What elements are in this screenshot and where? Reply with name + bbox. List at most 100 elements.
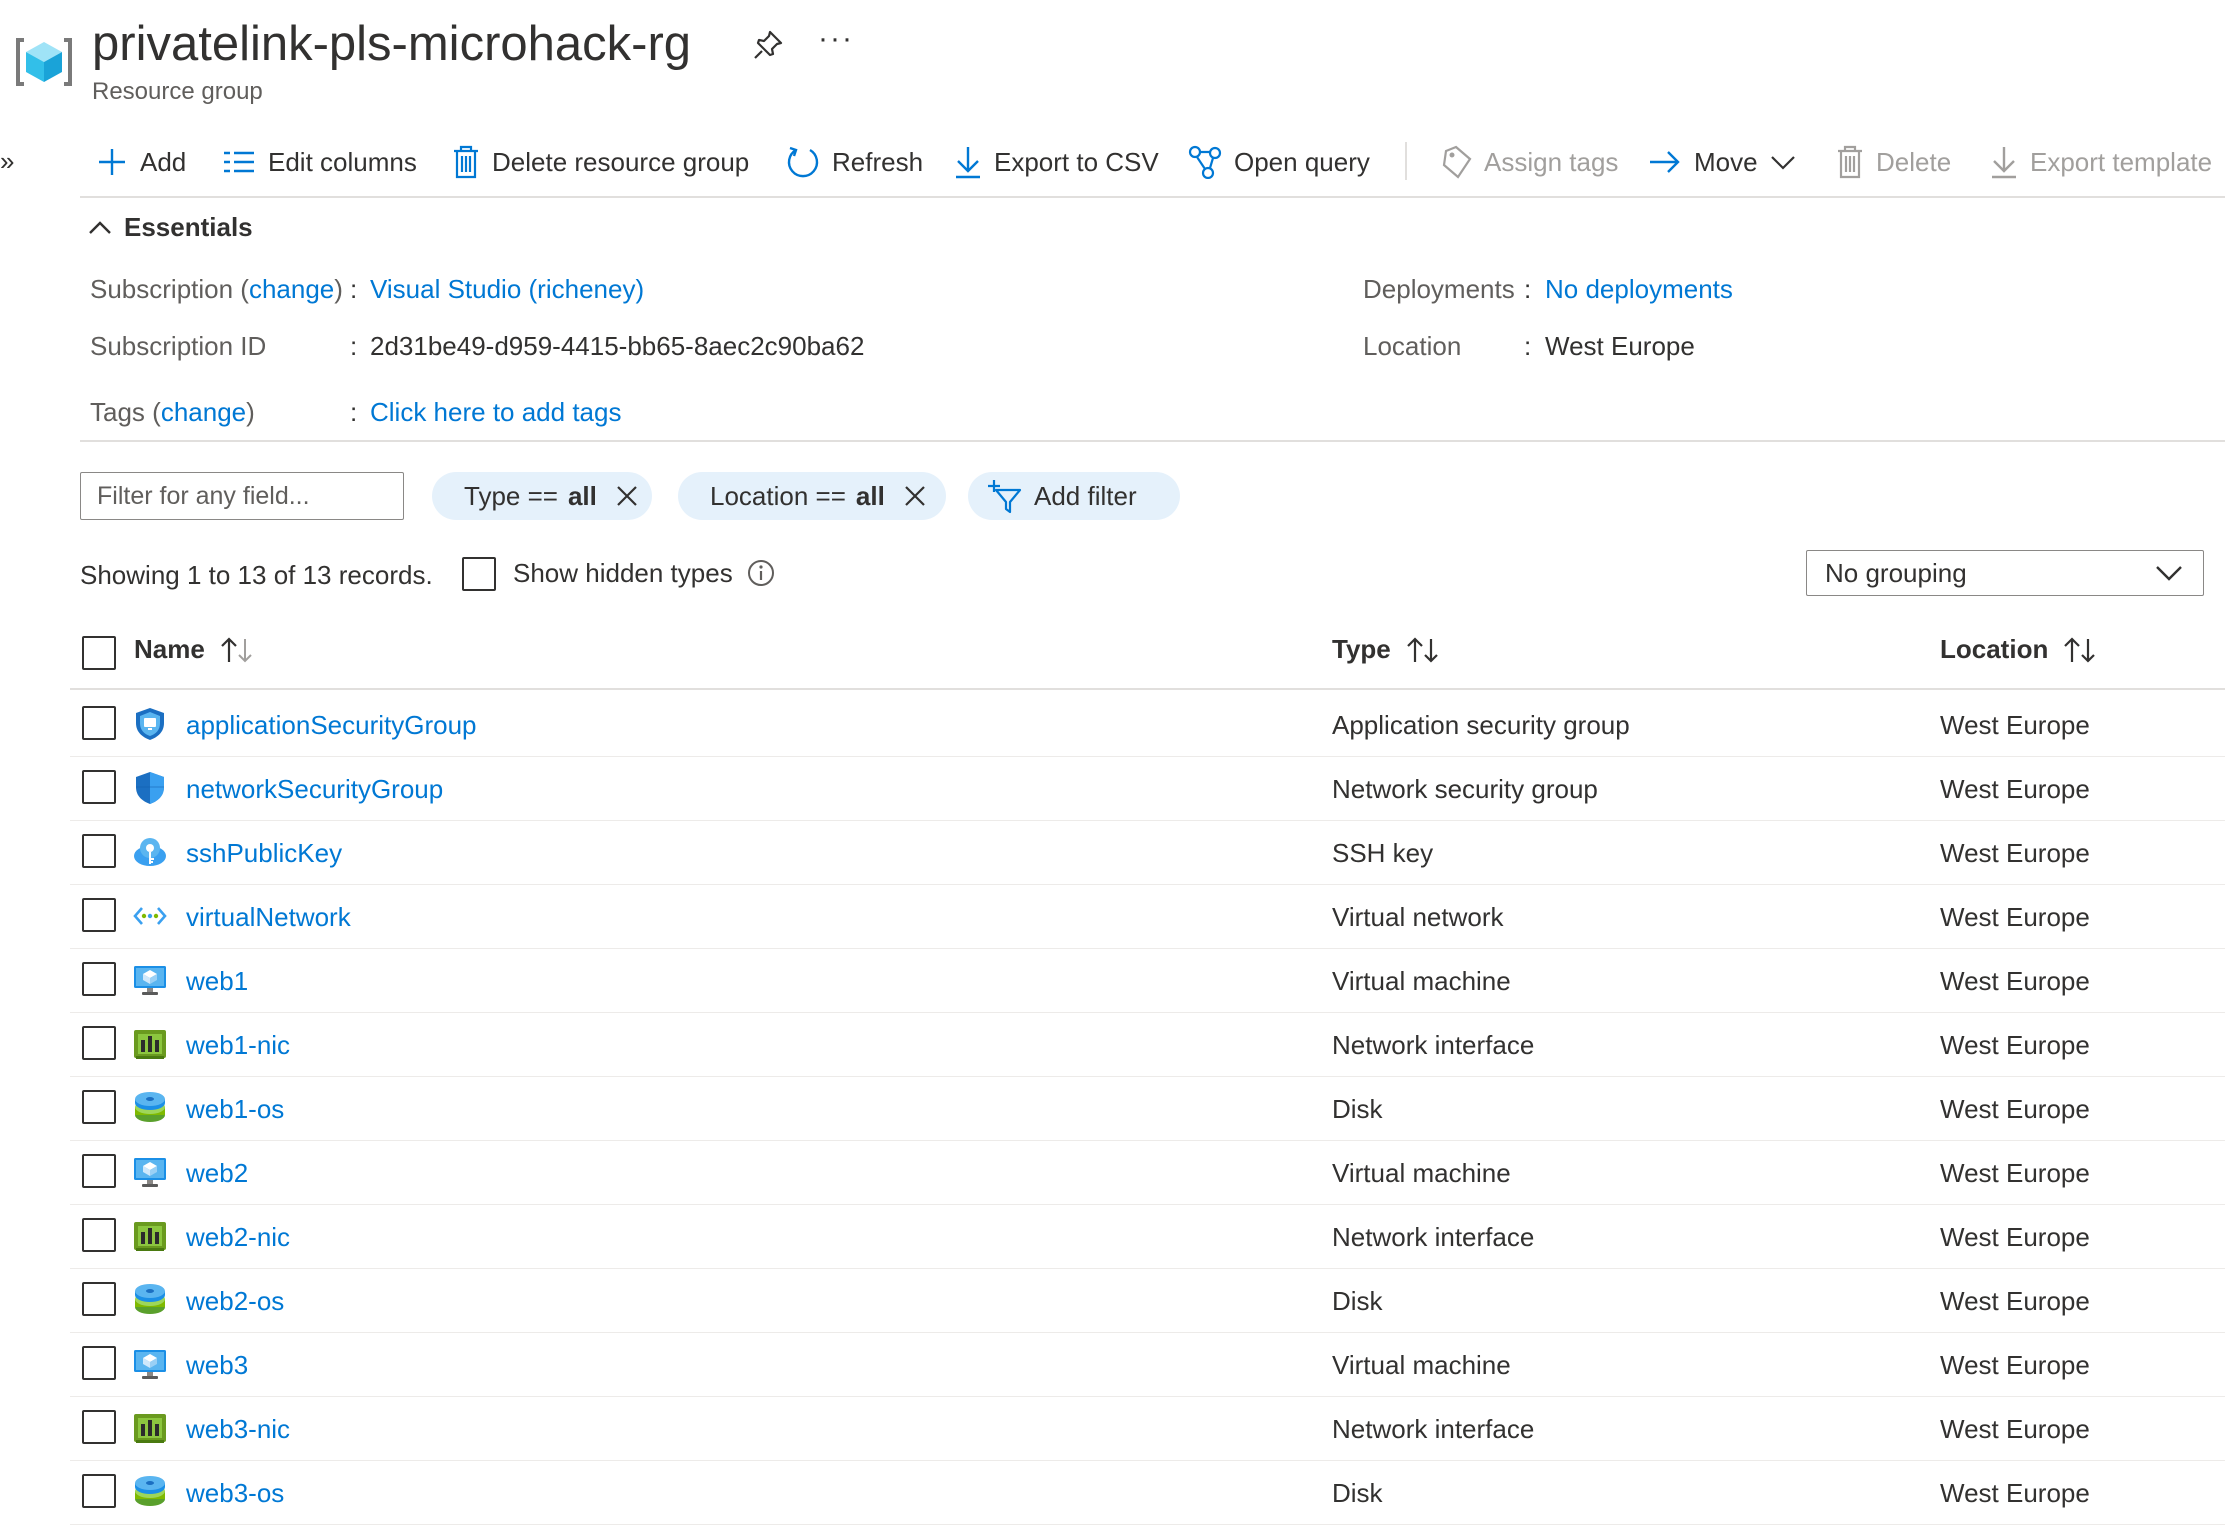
sort-icon: [221, 636, 252, 662]
row-checkbox[interactable]: [82, 1474, 116, 1508]
pin-icon[interactable]: [751, 28, 785, 62]
resource-location: West Europe: [1940, 1286, 2090, 1316]
add-filter-label: Add filter: [1034, 480, 1137, 511]
resource-type: Network interface: [1332, 1414, 1535, 1444]
row-checkbox[interactable]: [82, 1026, 116, 1060]
nic-icon: [132, 1026, 168, 1062]
resource-location: West Europe: [1940, 1158, 2090, 1188]
deployments-label: Deployments: [1363, 274, 1515, 304]
delete-resource-group-label: Delete resource group: [492, 146, 750, 177]
row-checkbox[interactable]: [82, 898, 116, 932]
location-column-header[interactable]: Location: [1940, 634, 2098, 665]
assign-tags-button[interactable]: Assign tags: [1442, 136, 1618, 188]
toolbar-divider-line: [80, 196, 2225, 198]
resource-name-link[interactable]: web2-nic: [186, 1205, 290, 1269]
resource-type: Virtual machine: [1332, 1350, 1511, 1380]
resource-name-link[interactable]: web2-os: [186, 1269, 284, 1333]
resource-type: Virtual machine: [1332, 966, 1511, 996]
table-row: applicationSecurityGroup Application secu…: [70, 693, 2225, 757]
type-filter-pill[interactable]: Type == all: [432, 472, 652, 520]
resource-name-link[interactable]: applicationSecurityGroup: [186, 693, 477, 757]
export-csv-button[interactable]: Export to CSV: [954, 136, 1159, 188]
resource-name-link[interactable]: web3-nic: [186, 1397, 290, 1461]
row-checkbox[interactable]: [82, 962, 116, 996]
row-checkbox[interactable]: [82, 1154, 116, 1188]
ssh-key-icon: [132, 834, 168, 870]
columns-icon: [224, 151, 254, 173]
disk-icon: [132, 1474, 168, 1510]
resource-name-link[interactable]: networkSecurityGroup: [186, 757, 443, 821]
records-count: Showing 1 to 13 of 13 records.: [80, 560, 433, 590]
delete-button[interactable]: Delete: [1836, 136, 1951, 188]
show-hidden-checkbox[interactable]: [462, 557, 496, 591]
resource-name-link[interactable]: web3: [186, 1333, 248, 1397]
add-filter-button[interactable]: Add filter: [968, 472, 1180, 520]
vnet-icon: [132, 898, 168, 934]
subscription-colon: :: [350, 274, 358, 304]
type-column-label: Type: [1332, 634, 1391, 664]
table-row: virtualNetwork Virtual network West Europe: [70, 885, 2225, 949]
close-icon[interactable]: [615, 484, 639, 508]
resource-name-link[interactable]: virtualNetwork: [186, 885, 351, 949]
add-tags-link[interactable]: Click here to add tags: [370, 397, 621, 428]
asg-icon: [132, 706, 168, 742]
row-checkbox[interactable]: [82, 770, 116, 804]
row-checkbox[interactable]: [82, 1346, 116, 1380]
export-template-button[interactable]: Export template: [1990, 136, 2212, 188]
essentials-title: Essentials: [124, 212, 253, 242]
type-filter-label: Type ==: [464, 480, 558, 511]
info-icon[interactable]: [746, 558, 776, 588]
row-checkbox[interactable]: [82, 706, 116, 740]
row-checkbox[interactable]: [82, 1282, 116, 1316]
subscription-link[interactable]: Visual Studio (richeney): [370, 274, 644, 305]
add-button[interactable]: Add: [96, 136, 186, 188]
location-column-label: Location: [1940, 634, 2049, 664]
export-template-label: Export template: [2030, 146, 2213, 177]
resource-name-link[interactable]: web1-os: [186, 1077, 284, 1141]
resource-group-icon: [16, 38, 72, 86]
tags-change-link[interactable]: change: [161, 397, 246, 427]
refresh-button[interactable]: Refresh: [786, 136, 923, 188]
grouping-dropdown[interactable]: No grouping: [1806, 550, 2204, 596]
row-checkbox[interactable]: [82, 1218, 116, 1252]
resource-name-link[interactable]: web1: [186, 949, 248, 1013]
row-checkbox[interactable]: [82, 1090, 116, 1124]
more-options-button[interactable]: ···: [818, 22, 854, 56]
refresh-icon: [787, 146, 819, 178]
vm-icon: [132, 1346, 168, 1382]
open-query-label: Open query: [1234, 146, 1370, 177]
location-filter-pill[interactable]: Location == all: [678, 472, 946, 520]
open-query-button[interactable]: Open query: [1188, 136, 1370, 188]
resource-type: Disk: [1332, 1094, 1383, 1124]
sort-icon: [2064, 636, 2096, 663]
filter-input[interactable]: [80, 472, 404, 520]
row-checkbox[interactable]: [82, 1410, 116, 1444]
plus-icon: [99, 149, 125, 175]
resource-name-link[interactable]: sshPublicKey: [186, 821, 342, 885]
deployments-link[interactable]: No deployments: [1545, 274, 1733, 305]
row-checkbox[interactable]: [82, 834, 116, 868]
toolbar-divider: [1405, 142, 1407, 180]
essentials-toggle[interactable]: Essentials: [88, 212, 253, 243]
move-button[interactable]: Move: [1648, 136, 1796, 188]
type-column-header[interactable]: Type: [1332, 634, 1441, 665]
resource-name-link[interactable]: web2: [186, 1141, 248, 1205]
resource-name-link[interactable]: web3-os: [186, 1461, 284, 1525]
subscription-id-value: 2d31be49-d959-4415-bb65-8aec2c90ba62: [370, 331, 865, 361]
edit-columns-button[interactable]: Edit columns: [222, 136, 417, 188]
resource-type: Disk: [1332, 1478, 1383, 1508]
resource-location: West Europe: [1940, 1222, 2090, 1252]
resource-name-link[interactable]: web1-nic: [186, 1013, 290, 1077]
name-column-label: Name: [134, 634, 205, 664]
select-all-checkbox[interactable]: [82, 636, 116, 670]
resource-location: West Europe: [1940, 838, 2090, 868]
subscription-change-link[interactable]: change: [249, 274, 334, 304]
expand-sidebar-button[interactable]: »: [0, 146, 14, 177]
download-icon: [1992, 147, 2016, 179]
resource-location: West Europe: [1940, 1478, 2090, 1508]
delete-resource-group-button[interactable]: Delete resource group: [452, 136, 749, 188]
resource-location: West Europe: [1940, 1030, 2090, 1060]
close-icon[interactable]: [903, 484, 927, 508]
name-column-header[interactable]: Name: [134, 634, 255, 665]
page-title: privatelink-pls-microhack-rg: [92, 17, 692, 71]
